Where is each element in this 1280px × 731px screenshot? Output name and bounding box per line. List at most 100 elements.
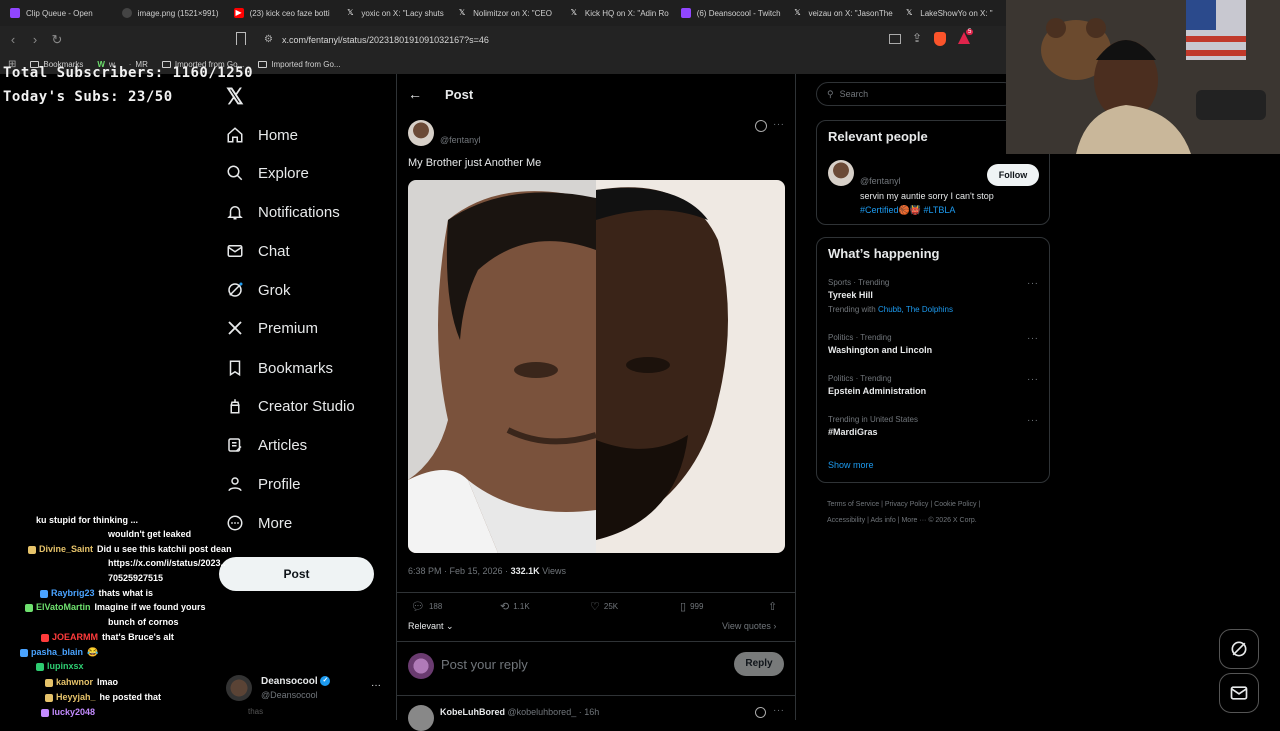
reply-author-avatar[interactable] xyxy=(408,705,434,731)
chat-username[interactable]: Divine_Saint xyxy=(39,544,93,554)
trend-item[interactable]: Politics · Trending Epstein Administrati… xyxy=(828,374,926,396)
nav-explore[interactable]: Explore xyxy=(226,159,309,187)
reload-icon[interactable]: ↻ xyxy=(48,31,66,49)
chat-message: Heyyjah_ he posted that xyxy=(45,690,161,704)
browser-tab[interactable]: ▶ (23) kick ceo faze botti xyxy=(224,0,336,26)
nav-creator-studio[interactable]: Creator Studio xyxy=(226,392,355,420)
chat-badge-icon xyxy=(45,678,53,687)
grok-explain-icon[interactable] xyxy=(755,707,766,718)
browser-tab[interactable]: (6) Deansocool - Twitch xyxy=(671,0,783,26)
nav-more[interactable]: More xyxy=(226,509,292,537)
account-avatar[interactable] xyxy=(226,675,252,701)
chat-text: Did u see this katchii post dean xyxy=(97,544,232,554)
browser-tab[interactable]: image.png (1521×991) xyxy=(112,0,224,26)
share-icon: ⇧ xyxy=(768,601,778,613)
profile-icon xyxy=(228,477,242,492)
reply-sort-dropdown[interactable]: Relevant ⌄ xyxy=(408,621,454,632)
person-avatar[interactable] xyxy=(828,160,854,186)
chat-text: bunch of cornos xyxy=(108,617,179,627)
back-arrow-icon[interactable]: ← xyxy=(408,86,422,102)
reply-action[interactable]: 💬︎ 188 xyxy=(411,600,442,613)
follow-button[interactable]: Follow xyxy=(987,164,1039,186)
reply-button[interactable]: Reply xyxy=(734,652,784,676)
chat-message: lucky2048 xyxy=(41,705,99,719)
more-circle-icon xyxy=(227,515,243,531)
author-avatar[interactable] xyxy=(408,120,434,146)
trend-more-icon[interactable]: ··· xyxy=(1027,278,1039,289)
page-title: Post xyxy=(445,87,474,102)
nav-chat[interactable]: Chat xyxy=(226,237,290,265)
browser-tab[interactable]: Clip Queue - Open xyxy=(0,0,112,26)
nav-bookmarks[interactable]: Bookmarks xyxy=(226,354,333,382)
chat-username[interactable]: pasha_blain xyxy=(31,647,83,657)
site-info-icon[interactable]: ⚙ xyxy=(264,31,273,49)
chat-text: lmao xyxy=(97,677,119,687)
nav-grok[interactable]: Grok xyxy=(226,276,291,304)
show-more-link[interactable]: Show more xyxy=(828,460,874,470)
chat-username[interactable]: ElVatoMartin xyxy=(36,602,91,612)
search-icon xyxy=(227,165,243,181)
trend-item[interactable]: Politics · Trending Washington and Linco… xyxy=(828,333,932,355)
account-name: Deansocool ✓ xyxy=(261,676,331,687)
trend-more-icon[interactable]: ··· xyxy=(1027,374,1039,385)
forward-arrow-icon[interactable]: › xyxy=(26,31,44,49)
chat-message: lupinxsx xyxy=(36,659,88,673)
post-image[interactable] xyxy=(408,180,785,553)
url-field[interactable]: ⚙ x.com/fentanyl/status/2023180191091032… xyxy=(258,31,978,49)
author-handle[interactable]: @fentanyl xyxy=(440,135,481,145)
like-action[interactable]: ♡ 25K xyxy=(590,600,618,613)
home-icon xyxy=(227,127,243,143)
chat-username[interactable]: Heyyjah_ xyxy=(56,692,96,702)
view-quotes-link[interactable]: View quotes › xyxy=(722,621,776,631)
bookmark-page-icon[interactable] xyxy=(236,32,246,45)
back-arrow-icon[interactable]: ‹ xyxy=(4,31,22,49)
account-more-icon[interactable]: ··· xyxy=(371,680,381,691)
chat-username[interactable]: lupinxsx xyxy=(47,661,84,671)
grok-explain-icon[interactable] xyxy=(755,120,767,132)
person-handle[interactable]: @fentanyl xyxy=(860,176,901,186)
search-input[interactable]: ⚲ Search xyxy=(816,82,1016,106)
verified-badge-icon: ✓ xyxy=(320,676,331,687)
bookmark-action[interactable]: ▯ 999 xyxy=(680,600,703,613)
nav-profile[interactable]: Profile xyxy=(226,470,301,498)
share-action[interactable]: ⇧ xyxy=(768,600,777,613)
nav-home[interactable]: Home xyxy=(226,121,298,149)
chat-message: 70525927515 xyxy=(108,571,163,585)
chat-username[interactable]: kahwnor xyxy=(56,677,93,687)
post-more-icon[interactable]: ··· xyxy=(773,119,785,130)
reply-more-icon[interactable]: ··· xyxy=(773,705,785,716)
nav-premium[interactable]: Premium xyxy=(226,314,318,342)
twitch-icon xyxy=(10,8,20,18)
browser-tab[interactable]: 𝕏yoxic on X: "Lacy shuts xyxy=(335,0,447,26)
browser-tab[interactable]: 𝕏 Nolimitzor on X: "CEO xyxy=(447,0,559,26)
chat-username[interactable]: Raybrig23 xyxy=(51,588,95,598)
repost-action[interactable]: ⟲ 1.1K xyxy=(500,600,530,613)
reply-input[interactable]: Post your reply xyxy=(441,657,528,672)
nav-notifications[interactable]: Notifications xyxy=(226,198,340,226)
chevron-down-icon: ⌄ xyxy=(446,621,454,631)
trend-more-icon[interactable]: ··· xyxy=(1027,333,1039,344)
browser-tab[interactable]: 𝕏 LakeShowYo on X: " xyxy=(894,0,1006,26)
x-logo-icon[interactable]: 𝕏 xyxy=(226,84,244,110)
messages-fab[interactable] xyxy=(1219,673,1259,713)
basketball-emoji-icon: 🏀 xyxy=(898,205,910,215)
share-icon[interactable]: ⇪ xyxy=(912,31,922,45)
chat-username[interactable]: JOEARMM xyxy=(52,632,98,642)
post-button[interactable]: Post xyxy=(219,557,374,591)
cast-icon[interactable] xyxy=(889,34,901,44)
chat-username[interactable]: lucky2048 xyxy=(52,707,95,717)
bookmark-item[interactable]: Imported from Go... xyxy=(258,60,341,69)
grok-fab[interactable] xyxy=(1219,629,1259,669)
brave-shield-icon[interactable] xyxy=(934,32,946,46)
trend-item[interactable]: Sports · Trending Tyreek Hill Trending w… xyxy=(828,278,953,314)
trend-item[interactable]: Trending in United States #MardiGras xyxy=(828,415,918,437)
browser-tab[interactable]: 𝕏veizau on X: "JasonThe xyxy=(782,0,894,26)
emoji-icon: 👹 xyxy=(909,205,921,215)
reply-author[interactable]: KobeLuhBored @kobeluhbored_ · 16h xyxy=(440,707,599,717)
chat-message: Divine_Saint Did u see this katchii post … xyxy=(28,542,232,556)
browser-tab[interactable]: 𝕏 Kick HQ on X: "Adin Ro xyxy=(559,0,671,26)
reply-icon: 💬︎ xyxy=(411,601,425,613)
nav-articles[interactable]: Articles xyxy=(226,431,307,459)
footer-links: Terms of Service | Privacy Policy | Cook… xyxy=(827,501,981,524)
trend-more-icon[interactable]: ··· xyxy=(1027,415,1039,426)
